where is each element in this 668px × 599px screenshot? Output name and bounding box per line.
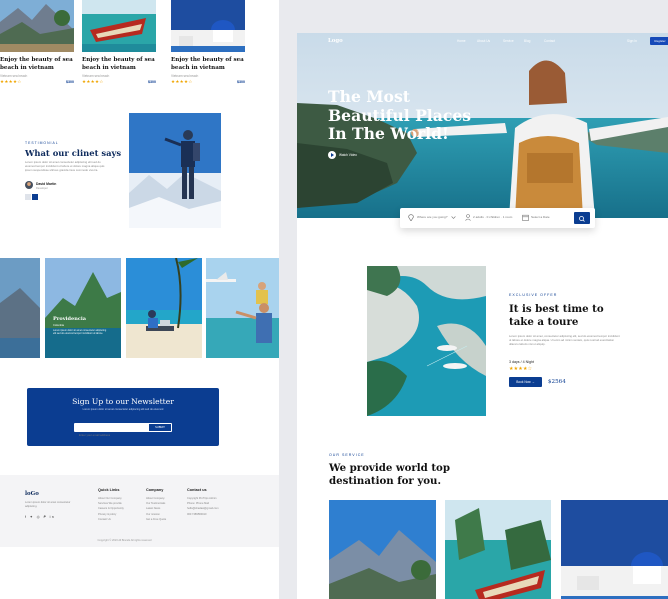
book-now-button[interactable]: Book Now → — [509, 377, 542, 387]
gallery-caption-sub: Colombia — [53, 324, 64, 327]
testimonial-label: TESTIMONIAL — [25, 141, 59, 145]
card-price: $300 — [148, 80, 156, 84]
offer-label: EXCLUSIVE OFFER — [509, 293, 558, 297]
offer-duration: 3 days / 4 Night — [509, 360, 534, 364]
footer-link[interactable]: Contact Us — [98, 517, 124, 522]
calendar-icon — [522, 214, 529, 221]
footer-logo[interactable]: loGo — [25, 491, 39, 497]
offer-rating: ★★★★☆ — [509, 366, 533, 372]
testimonial-body: Lorem ipsum dolor sit amet consectetur a… — [25, 160, 105, 172]
newsletter-form: SUBMIT — [74, 423, 172, 440]
card-rating: ★★★★☆ — [0, 79, 22, 84]
nav-logo[interactable]: Logo — [328, 38, 343, 44]
newsletter-email-input[interactable] — [74, 430, 144, 440]
gallery-image-1[interactable] — [0, 258, 40, 358]
newsletter-body: Lorem ipsum dolor sit amet consectetur a… — [82, 408, 164, 411]
next-arrow-button[interactable] — [32, 194, 38, 200]
date-input[interactable]: Select a Date — [531, 215, 550, 219]
play-icon[interactable] — [328, 151, 336, 159]
offer-image-lagoon — [367, 266, 486, 416]
footer-link[interactable]: Get a Free Quote — [146, 517, 166, 522]
user-icon — [465, 214, 471, 221]
newsletter-heading: Sign Up to our Newsletter — [72, 397, 174, 406]
card-subtitle: Vietnam sea beach — [171, 74, 199, 78]
card-image-mountain — [0, 0, 74, 52]
card-subtitle: Vietnam sea beach — [82, 74, 110, 78]
guests-input[interactable]: 2 adults · 0 children · 1 room — [473, 215, 512, 219]
footer-col-title: Company — [146, 488, 164, 492]
where-input[interactable]: Where are you going? — [417, 215, 447, 219]
offer-price: $2564 — [548, 379, 566, 385]
testimonial-heading: What our clinet says — [25, 148, 122, 158]
service-heading: We provide world top destination for you… — [329, 462, 450, 487]
card-title: Enjoy the beauty of sea beach in vietnam — [82, 57, 155, 71]
hero-section: Logo Home About Us Service Blog Contact … — [297, 33, 668, 218]
footer-col-quick-links: Quick Links About Our Company Services W… — [98, 488, 124, 522]
offer-heading: It is best time to take a toure — [509, 303, 604, 328]
card-rating: ★★★★☆ — [82, 79, 104, 84]
footer-copyright: Copyright © 2023 All Brands All rights r… — [97, 539, 152, 542]
footer: loGo Lorem ipsum dolor sit amet consecte… — [0, 475, 279, 547]
gallery-image-family-plane[interactable] — [206, 258, 279, 358]
gallery-caption: Providencia Colombia Lorem ipsum dolor s… — [53, 316, 109, 336]
destination-card-1[interactable]: Enjoy the beauty of sea beach in vietnam… — [0, 0, 74, 84]
footer-contact-item[interactable]: 000 7489584910 — [187, 512, 219, 517]
nav-link-blog[interactable]: Blog — [524, 39, 530, 43]
arrow-right-icon: → — [531, 380, 535, 384]
card-subtitle: Vietnam sea beach — [0, 74, 28, 78]
footer-contact-item[interactable]: hello@shadaw@gmail.com — [187, 506, 219, 511]
card-rating: ★★★★☆ — [171, 79, 193, 84]
watch-video-link[interactable]: Watch Video — [339, 153, 357, 157]
footer-col-company: Company About Company Our Testimonials L… — [146, 488, 166, 522]
card-image-boat — [82, 0, 156, 52]
testimonial-author: David Martin — [36, 182, 57, 186]
card-title: Enjoy the beauty of sea beach in vietnam — [0, 57, 73, 71]
footer-col-contact: Contact us Copyright ProTrips Admin Phon… — [187, 488, 219, 517]
hero-heading: The Most Beautiful Places In The World! — [328, 87, 472, 143]
footer-col-title: Contact us — [187, 488, 207, 492]
card-price: $300 — [237, 80, 245, 84]
nav-link-home[interactable]: Home — [457, 39, 466, 43]
footer-col-title: Quick Links — [98, 488, 120, 492]
testimonial-image-climber — [129, 113, 221, 228]
service-image-boat[interactable] — [445, 500, 551, 599]
prev-arrow-button[interactable] — [25, 194, 31, 200]
destination-card-3[interactable]: Enjoy the beauty of sea beach in vietnam… — [171, 0, 245, 84]
right-page: Logo Home About Us Service Blog Contact … — [297, 33, 668, 599]
service-label: OUR SERVICE — [329, 453, 365, 457]
gallery-image-beach-laptop[interactable] — [126, 258, 202, 358]
gallery-caption-title: Providencia — [53, 316, 87, 322]
search-bar: Where are you going? 2 adults · 0 childr… — [400, 208, 595, 228]
offer-body: Lorem ipsum dolor sit amet, consectetur … — [509, 334, 620, 346]
service-image-mountain[interactable] — [329, 500, 436, 599]
avatar — [25, 181, 33, 189]
nav-link-service[interactable]: Service — [503, 39, 514, 43]
social-icons[interactable]: f ✦ ◎ ᑭ in — [25, 515, 55, 519]
location-pin-icon — [408, 214, 414, 221]
nav-link-about[interactable]: About Us — [477, 39, 490, 43]
register-button[interactable]: Register — [650, 37, 668, 45]
testimonial-role: Developer — [36, 187, 48, 190]
sign-in-link[interactable]: Sign In — [627, 39, 637, 43]
card-price: $300 — [66, 80, 74, 84]
gallery-image-providencia[interactable]: Providencia Colombia Lorem ipsum dolor s… — [45, 258, 121, 358]
service-image-santorini[interactable] — [561, 500, 668, 599]
destination-card-2[interactable]: Enjoy the beauty of sea beach in vietnam… — [82, 0, 156, 84]
nav-link-contact[interactable]: Contact — [544, 39, 555, 43]
newsletter-section: Sign Up to our Newsletter Lorem ipsum do… — [27, 388, 219, 446]
card-image-santorini — [171, 0, 245, 52]
footer-link[interactable]: Careers & Opportunity — [98, 506, 124, 511]
gallery-caption-desc: Lorem ipsum dolor sit amet consectetur a… — [53, 329, 107, 336]
chevron-down-icon — [451, 216, 456, 219]
newsletter-submit-button[interactable]: SUBMIT — [149, 424, 171, 431]
card-title: Enjoy the beauty of sea beach in vietnam — [171, 57, 244, 71]
book-now-label: Book Now — [516, 380, 531, 384]
left-page: Enjoy the beauty of sea beach in vietnam… — [0, 0, 279, 599]
search-button[interactable] — [574, 212, 590, 224]
top-navbar: Logo Home About Us Service Blog Contact … — [297, 33, 668, 51]
search-icon — [579, 216, 585, 222]
footer-description: Lorem ipsum dolor sit amet consectetur a… — [25, 501, 71, 508]
